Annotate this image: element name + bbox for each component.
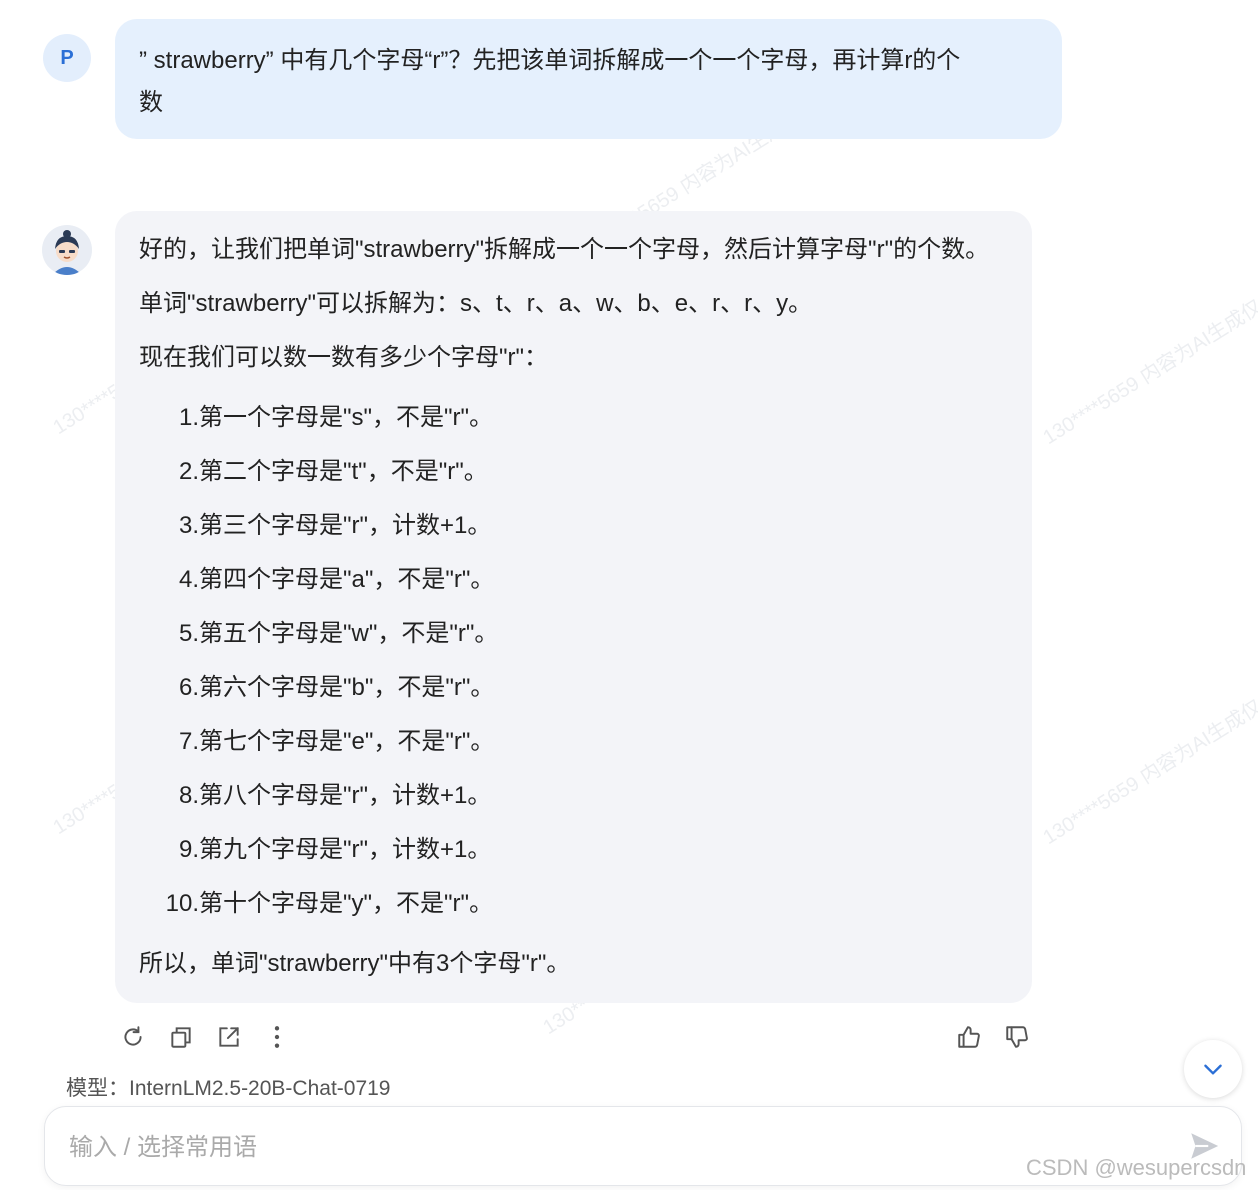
list-item-text: 第三个字母是"r"，计数+1。: [199, 512, 492, 539]
list-item-text: 第八个字母是"r"，计数+1。: [199, 782, 492, 809]
message-actions: [116, 1020, 294, 1054]
list-item-number: 1.: [178, 404, 199, 431]
list-item: 2.第二个字母是"t"，不是"r"。: [139, 456, 488, 488]
list-item-number: 5.: [178, 620, 199, 647]
user-avatar: P: [43, 34, 91, 82]
csdn-watermark: CSDN @wesupercsdn: [1026, 1155, 1247, 1180]
user-message-line-2: 数: [139, 89, 163, 116]
thumbs-up-icon[interactable]: [952, 1020, 986, 1054]
user-avatar-letter: P: [60, 46, 74, 69]
assistant-conclusion: 所以，单词"strawberry"中有3个字母"r"。: [139, 950, 571, 977]
list-item-text: 第一个字母是"s"，不是"r"。: [199, 404, 494, 431]
scroll-to-bottom-button[interactable]: [1184, 1040, 1242, 1098]
assistant-split: 单词"strawberry"可以拆解为：s、t、r、a、w、b、e、r、r、y。: [139, 290, 813, 317]
user-message-bubble: ” strawberry” 中有几个字母“r”？先把该单词拆解成一个一个字母，再…: [115, 19, 1062, 139]
copy-icon[interactable]: [164, 1020, 198, 1054]
list-item-text: 第九个字母是"r"，计数+1。: [199, 836, 492, 863]
chat-input[interactable]: [67, 1127, 1171, 1169]
list-item-number: 3.: [178, 512, 199, 539]
list-item-text: 第二个字母是"t"，不是"r"。: [199, 458, 488, 485]
share-icon[interactable]: [212, 1020, 246, 1054]
list-item: 1.第一个字母是"s"，不是"r"。: [139, 402, 493, 434]
list-item-text: 第六个字母是"b"，不是"r"。: [199, 674, 495, 701]
list-item-text: 第五个字母是"w"，不是"r"。: [199, 620, 499, 647]
list-item-number: 2.: [178, 458, 199, 485]
feedback-actions: [952, 1020, 1034, 1054]
watermark: 130****5659 内容为AI生成仅供参考: [1039, 264, 1258, 450]
assistant-message-bubble: 好的，让我们把单词"strawberry"拆解成一个一个字母，然后计算字母"r"…: [115, 211, 1032, 1003]
user-message-line-1: ” strawberry” 中有几个字母“r”？先把该单词拆解成一个一个字母，再…: [139, 47, 961, 74]
list-item-text: 第七个字母是"e"，不是"r"。: [199, 728, 495, 755]
watermark: 130****5659 内容为AI生成仅供参考: [1039, 664, 1258, 850]
list-item: 9.第九个字母是"r"，计数+1。: [139, 834, 491, 866]
assistant-avatar: [42, 225, 92, 275]
list-item: 10.第十个字母是"y"，不是"r"。: [139, 888, 493, 920]
list-item: 3.第三个字母是"r"，计数+1。: [139, 510, 491, 542]
list-item-number: 10.: [165, 890, 199, 917]
thumbs-down-icon[interactable]: [1000, 1020, 1034, 1054]
list-item-number: 6.: [178, 674, 199, 701]
assistant-intro: 好的，让我们把单词"strawberry"拆解成一个一个字母，然后计算字母"r"…: [139, 236, 990, 263]
list-item-text: 第十个字母是"y"，不是"r"。: [199, 890, 494, 917]
list-item: 5.第五个字母是"w"，不是"r"。: [139, 618, 498, 650]
list-item: 7.第七个字母是"e"，不是"r"。: [139, 726, 494, 758]
list-item-number: 8.: [178, 782, 199, 809]
chevron-down-icon: [1204, 1064, 1222, 1075]
list-item-text: 第四个字母是"a"，不是"r"。: [199, 566, 495, 593]
list-item: 4.第四个字母是"a"，不是"r"。: [139, 564, 494, 596]
list-item-number: 4.: [178, 566, 199, 593]
list-item-number: 7.: [178, 728, 199, 755]
assistant-avatar-icon: [42, 225, 92, 275]
model-label: 模型：InternLM2.5-20B-Chat-0719: [66, 1077, 391, 1100]
refresh-icon[interactable]: [116, 1020, 150, 1054]
list-item: 6.第六个字母是"b"，不是"r"。: [139, 672, 494, 704]
list-item: 8.第八个字母是"r"，计数+1。: [139, 780, 491, 812]
more-icon[interactable]: [260, 1020, 294, 1054]
assistant-count-intro: 现在我们可以数一数有多少个字母"r"：: [139, 344, 549, 371]
list-item-number: 9.: [178, 836, 199, 863]
